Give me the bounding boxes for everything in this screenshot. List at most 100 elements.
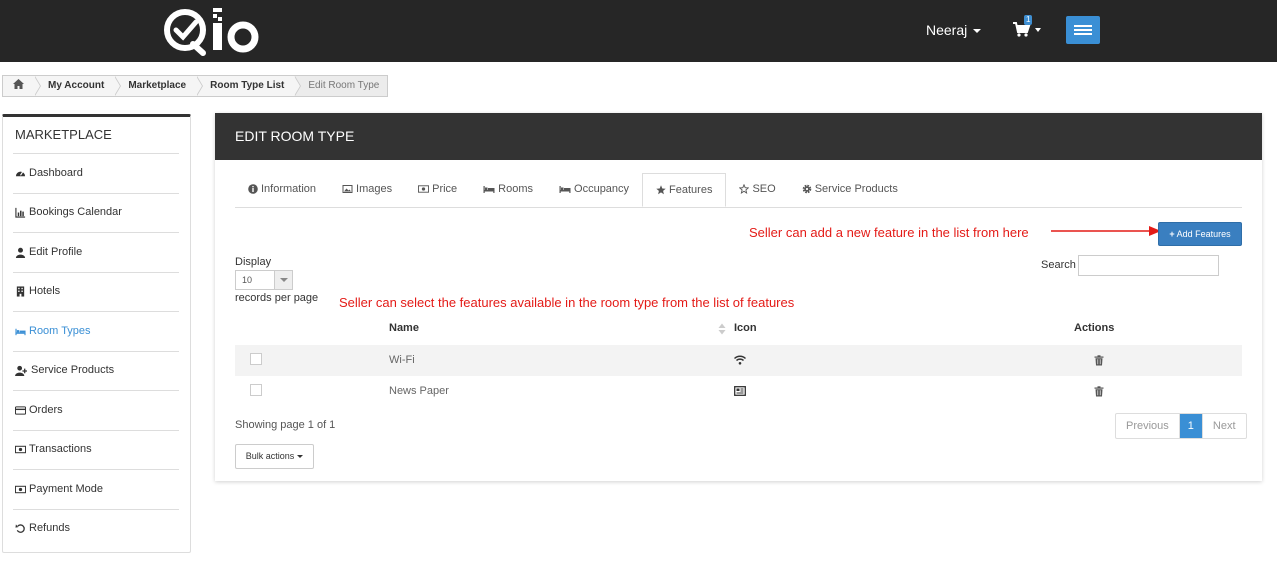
sidebar-menu: Dashboard Bookings Calendar Edit Profile… bbox=[13, 153, 179, 548]
records-per-page-value: 10 bbox=[242, 275, 253, 285]
tab-rooms[interactable]: Rooms bbox=[470, 173, 546, 205]
tab-occupancy[interactable]: Occupancy bbox=[546, 173, 642, 205]
bed-icon bbox=[15, 328, 26, 335]
qlo-logo[interactable] bbox=[163, 6, 263, 56]
tab-label: Images bbox=[356, 183, 393, 195]
row-checkbox[interactable] bbox=[250, 353, 262, 365]
sidebar-item-service-products[interactable]: Service Products bbox=[13, 350, 179, 391]
sidebar-item-label: Bookings Calendar bbox=[29, 206, 122, 219]
search-input[interactable] bbox=[1078, 255, 1219, 276]
dashboard-icon bbox=[15, 171, 26, 176]
gear-icon bbox=[802, 184, 812, 194]
sidebar-item-label: Room Types bbox=[29, 324, 91, 337]
breadcrumb: My Account Marketplace Room Type List Ed… bbox=[2, 75, 389, 97]
tab-features[interactable]: Features bbox=[642, 173, 727, 207]
column-header-name[interactable]: Name bbox=[389, 314, 734, 345]
sidebar-item-label: Service Products bbox=[31, 364, 115, 377]
feature-name: News Paper bbox=[389, 385, 449, 397]
home-icon bbox=[13, 79, 24, 90]
sidebar-item-hotels[interactable]: Hotels bbox=[13, 271, 179, 312]
star-outline-icon bbox=[739, 184, 750, 194]
tab-label: Service Products bbox=[814, 183, 898, 195]
breadcrumb-home[interactable] bbox=[3, 76, 41, 96]
bed-icon bbox=[483, 186, 495, 193]
money-icon bbox=[418, 185, 430, 193]
info-icon bbox=[248, 184, 258, 194]
add-features-label: Add Features bbox=[1176, 229, 1231, 239]
credit-card-icon bbox=[15, 406, 26, 415]
sidebar-item-label: Dashboard bbox=[29, 166, 83, 179]
sidebar-item-edit-profile[interactable]: Edit Profile bbox=[13, 232, 179, 272]
bar-chart-icon bbox=[15, 208, 26, 218]
tab-label: Price bbox=[432, 183, 458, 195]
menu-toggle-button[interactable] bbox=[1066, 16, 1100, 44]
search-label: Search bbox=[1041, 259, 1076, 271]
annotation-select-features: Seller can select the features available… bbox=[339, 295, 795, 310]
features-table: Name Icon Actions Wi-Fi News Paper bbox=[235, 314, 1242, 407]
delete-icon[interactable] bbox=[1094, 355, 1104, 366]
records-per-page-select[interactable]: 10 bbox=[235, 270, 293, 290]
tab-price[interactable]: Price bbox=[405, 173, 470, 205]
sidebar-item-label: Transactions bbox=[29, 443, 92, 456]
tab-information[interactable]: Information bbox=[235, 173, 329, 205]
undo-icon bbox=[15, 524, 25, 534]
annotation-add-feature: Seller can add a new feature in the list… bbox=[749, 225, 1029, 240]
edit-room-type-panel: EDIT ROOM TYPE Information Images Price … bbox=[215, 113, 1262, 481]
sidebar-item-label: Payment Mode bbox=[29, 482, 103, 495]
sidebar-item-label: Edit Profile bbox=[29, 245, 83, 258]
chevron-down-icon bbox=[1035, 28, 1041, 32]
tab-service-products[interactable]: Service Products bbox=[789, 173, 911, 205]
tab-label: SEO bbox=[752, 183, 776, 195]
user-menu[interactable]: Neeraj bbox=[926, 22, 982, 38]
add-features-button[interactable]: + Add Features bbox=[1158, 222, 1242, 246]
previous-page-button[interactable]: Previous bbox=[1116, 414, 1180, 438]
top-navbar: Neeraj 1 bbox=[0, 0, 1277, 62]
sidebar-item-dashboard[interactable]: Dashboard bbox=[13, 153, 179, 193]
page-1-button[interactable]: 1 bbox=[1179, 414, 1203, 438]
building-icon bbox=[16, 286, 25, 297]
tab-seo[interactable]: SEO bbox=[726, 173, 788, 205]
header-checkbox-col bbox=[235, 314, 389, 345]
sidebar-item-label: Refunds bbox=[29, 522, 70, 535]
bulk-actions-label: Bulk actions bbox=[245, 451, 295, 461]
sidebar-item-orders[interactable]: Orders bbox=[13, 390, 179, 430]
breadcrumb-room-type-list[interactable]: Room Type List bbox=[196, 76, 302, 96]
user-icon bbox=[15, 247, 26, 258]
tab-label: Features bbox=[669, 184, 713, 196]
pagination-summary: Showing page 1 of 1 bbox=[235, 419, 336, 431]
table-header: Name Icon Actions bbox=[235, 314, 1242, 345]
user-plus-icon bbox=[15, 366, 27, 377]
tab-images[interactable]: Images bbox=[329, 173, 405, 205]
feature-name: Wi-Fi bbox=[389, 354, 415, 366]
column-label: Icon bbox=[734, 322, 757, 334]
delete-icon[interactable] bbox=[1094, 386, 1104, 397]
tab-bar: Information Images Price Rooms Occupancy… bbox=[235, 173, 1242, 208]
annotation-arrow bbox=[1051, 226, 1161, 236]
chevron-down-icon bbox=[274, 271, 292, 289]
money-icon bbox=[15, 446, 26, 454]
sidebar-title: MARKETPLACE bbox=[15, 127, 112, 142]
image-icon bbox=[342, 185, 353, 193]
bulk-actions-button[interactable]: Bulk actions bbox=[235, 444, 314, 469]
cart-button[interactable]: 1 bbox=[1013, 15, 1043, 42]
sidebar-item-transactions[interactable]: Transactions bbox=[13, 429, 179, 470]
table-row: News Paper bbox=[235, 376, 1242, 407]
sidebar-item-room-types[interactable]: Room Types bbox=[13, 311, 179, 351]
plus-icon: + bbox=[1169, 229, 1175, 239]
panel-title: EDIT ROOM TYPE bbox=[215, 113, 1262, 160]
sidebar-item-label: Orders bbox=[29, 403, 63, 416]
tab-label: Information bbox=[261, 183, 317, 195]
breadcrumb-marketplace[interactable]: Marketplace bbox=[114, 76, 203, 96]
chevron-down-icon bbox=[973, 29, 982, 34]
sidebar-item-payment-mode[interactable]: Payment Mode bbox=[13, 469, 179, 509]
next-page-button[interactable]: Next bbox=[1203, 414, 1246, 438]
column-header-actions: Actions bbox=[1074, 314, 1242, 345]
sidebar: MARKETPLACE Dashboard Bookings Calendar … bbox=[2, 114, 191, 553]
sidebar-item-bookings-calendar[interactable]: Bookings Calendar bbox=[13, 192, 179, 233]
breadcrumb-my-account[interactable]: My Account bbox=[34, 76, 122, 96]
records-per-page-label: records per page bbox=[235, 292, 319, 304]
sidebar-item-refunds[interactable]: Refunds bbox=[13, 508, 179, 549]
newspaper-icon bbox=[734, 386, 746, 396]
user-name: Neeraj bbox=[926, 22, 968, 38]
row-checkbox[interactable] bbox=[250, 384, 262, 396]
